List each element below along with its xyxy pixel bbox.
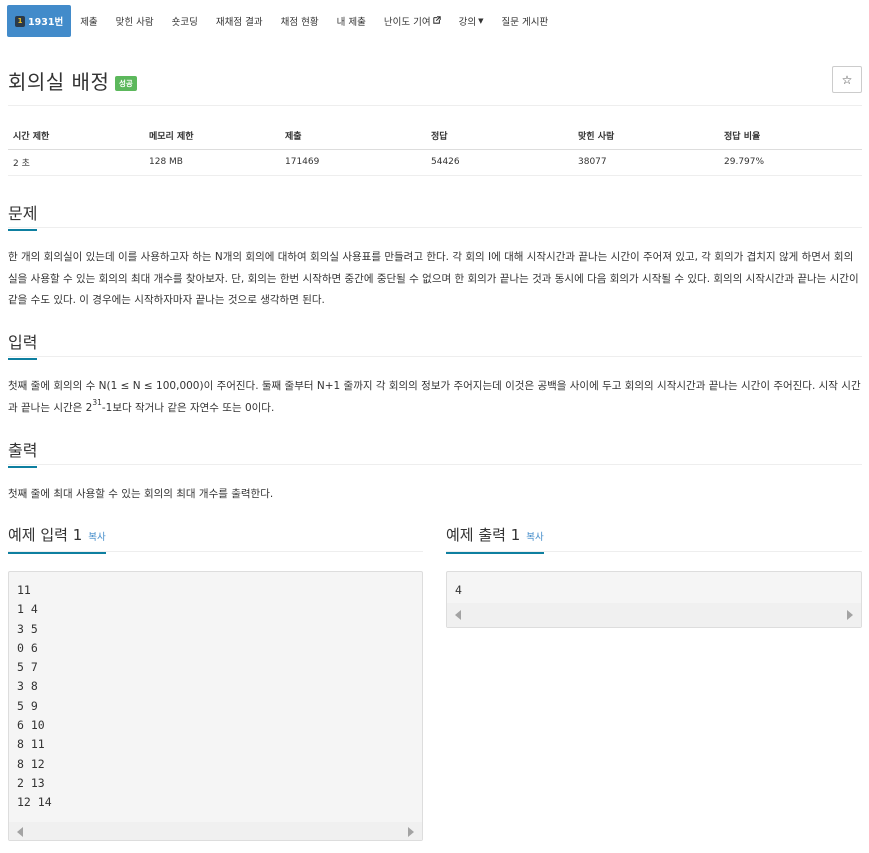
tab-lectures-label: 강의 <box>458 17 477 28</box>
code-line: 3 8 <box>17 679 38 694</box>
divider <box>8 356 862 357</box>
divider <box>8 464 862 465</box>
sample-output-lines: 4 <box>455 581 462 600</box>
tab-solved-users[interactable]: 맞힌 사람 <box>107 5 163 37</box>
sample-input-lines: 11 1 4 3 5 0 6 5 7 3 8 5 9 6 10 8 11 8 12 2 13 12 1… <box>17 581 52 813</box>
value-submissions: 171469 <box>280 149 426 176</box>
scroll-left-icon[interactable] <box>455 610 461 620</box>
sample-output-box[interactable]: 4 <box>446 571 862 628</box>
value-solved-users: 38077 <box>573 149 719 176</box>
title-row: 회의실 배정 성공 ☆ <box>8 66 862 106</box>
sample-output-heading: 예제 출력 1 복사 <box>446 524 544 554</box>
tab-rejudge[interactable]: 재채점 결과 <box>207 5 272 37</box>
tab-problem[interactable]: 1 1931번 <box>7 5 72 37</box>
tab-difficulty[interactable]: 난이도 기여 <box>375 5 450 37</box>
sample-output-title: 예제 출력 1 <box>446 526 521 544</box>
problem-info-table: 시간 제한 메모리 제한 제출 정답 맞힌 사람 정답 비율 2 초 128 M… <box>8 122 862 176</box>
tab-short-coding[interactable]: 숏코딩 <box>163 5 207 37</box>
page-title: 회의실 배정 <box>8 70 110 94</box>
horizontal-scrollbar[interactable] <box>447 603 861 627</box>
description-heading: 문제 <box>8 200 38 231</box>
header-accepted: 정답 <box>426 122 573 150</box>
copy-sample-input-button[interactable]: 복사 <box>88 532 105 543</box>
tab-my-submissions[interactable]: 내 제출 <box>328 5 375 37</box>
input-text-part2: -1보다 작거나 같은 자연수 또는 0이다. <box>101 401 275 414</box>
scroll-left-icon[interactable] <box>17 827 23 837</box>
divider <box>8 227 862 228</box>
horizontal-scrollbar[interactable] <box>9 822 422 840</box>
caret-down-icon: ▼ <box>478 17 484 25</box>
sample-input-title: 예제 입력 1 <box>8 526 83 544</box>
input-text-exponent: 31 <box>92 398 102 407</box>
header-time-limit: 시간 제한 <box>8 122 144 150</box>
code-line: 4 <box>455 583 462 597</box>
tab-status[interactable]: 채점 현황 <box>272 5 328 37</box>
tier-icon: 1 <box>15 15 25 27</box>
favorite-star-button[interactable]: ☆ <box>832 66 862 93</box>
table-header-row: 시간 제한 메모리 제한 제출 정답 맞힌 사람 정답 비율 <box>8 122 862 150</box>
code-line: 12 14 <box>17 795 52 810</box>
header-solved-users: 맞힌 사람 <box>573 122 719 150</box>
tab-difficulty-label: 난이도 기여 <box>383 17 431 28</box>
sample-input-heading: 예제 입력 1 복사 <box>8 524 106 554</box>
code-line: 11 <box>17 583 31 597</box>
code-line: 0 6 <box>17 640 38 655</box>
code-line: 1 4 <box>17 602 38 617</box>
output-text: 첫째 줄에 최대 사용할 수 있는 회의의 최대 개수를 출력한다. <box>8 488 274 500</box>
header-accept-ratio: 정답 비율 <box>719 122 862 150</box>
divider <box>8 551 423 552</box>
output-heading: 출력 <box>8 437 38 468</box>
header-submissions: 제출 <box>280 122 426 150</box>
tab-qna-board[interactable]: 질문 게시판 <box>492 5 557 37</box>
sample-input-box[interactable]: 11 1 4 3 5 0 6 5 7 3 8 5 9 6 10 8 11 8 12 2 13 12 1… <box>8 571 423 841</box>
tab-lectures[interactable]: 강의 ▼ <box>450 5 493 37</box>
scroll-right-icon[interactable] <box>408 827 414 837</box>
value-memory-limit: 128 MB <box>144 149 280 176</box>
star-icon: ☆ <box>841 72 853 87</box>
input-text: 첫째 줄에 회의의 수 N(1 ≤ N ≤ 100,000)이 주어진다. 둘째… <box>8 376 862 419</box>
table-row: 2 초 128 MB 171469 54426 38077 29.797% <box>8 149 862 176</box>
scroll-right-icon[interactable] <box>847 610 853 620</box>
value-accept-ratio: 29.797% <box>719 149 862 176</box>
code-line: 6 10 <box>17 718 45 733</box>
code-line: 2 13 <box>17 775 45 790</box>
value-accepted: 54426 <box>426 149 573 176</box>
problem-nav: 1 1931번 제출 맞힌 사람 숏코딩 재채점 결과 채점 현황 내 제출 난… <box>7 5 557 37</box>
value-time-limit: 2 초 <box>8 149 144 176</box>
code-line: 5 9 <box>17 698 38 713</box>
input-heading: 입력 <box>8 329 38 360</box>
external-link-icon <box>432 16 441 26</box>
code-line: 5 7 <box>17 660 38 675</box>
header-memory-limit: 메모리 제한 <box>144 122 280 150</box>
divider <box>446 551 862 552</box>
tab-submit[interactable]: 제출 <box>71 5 106 37</box>
code-line: 8 12 <box>17 756 45 771</box>
tab-problem-label: 1931번 <box>28 17 64 28</box>
code-line: 8 11 <box>17 737 45 752</box>
status-badge: 성공 <box>115 76 137 91</box>
code-line: 3 5 <box>17 621 38 636</box>
copy-sample-output-button[interactable]: 복사 <box>526 532 543 543</box>
description-text: 한 개의 회의실이 있는데 이를 사용하고자 하는 N개의 회의에 대하여 회의… <box>8 251 859 306</box>
